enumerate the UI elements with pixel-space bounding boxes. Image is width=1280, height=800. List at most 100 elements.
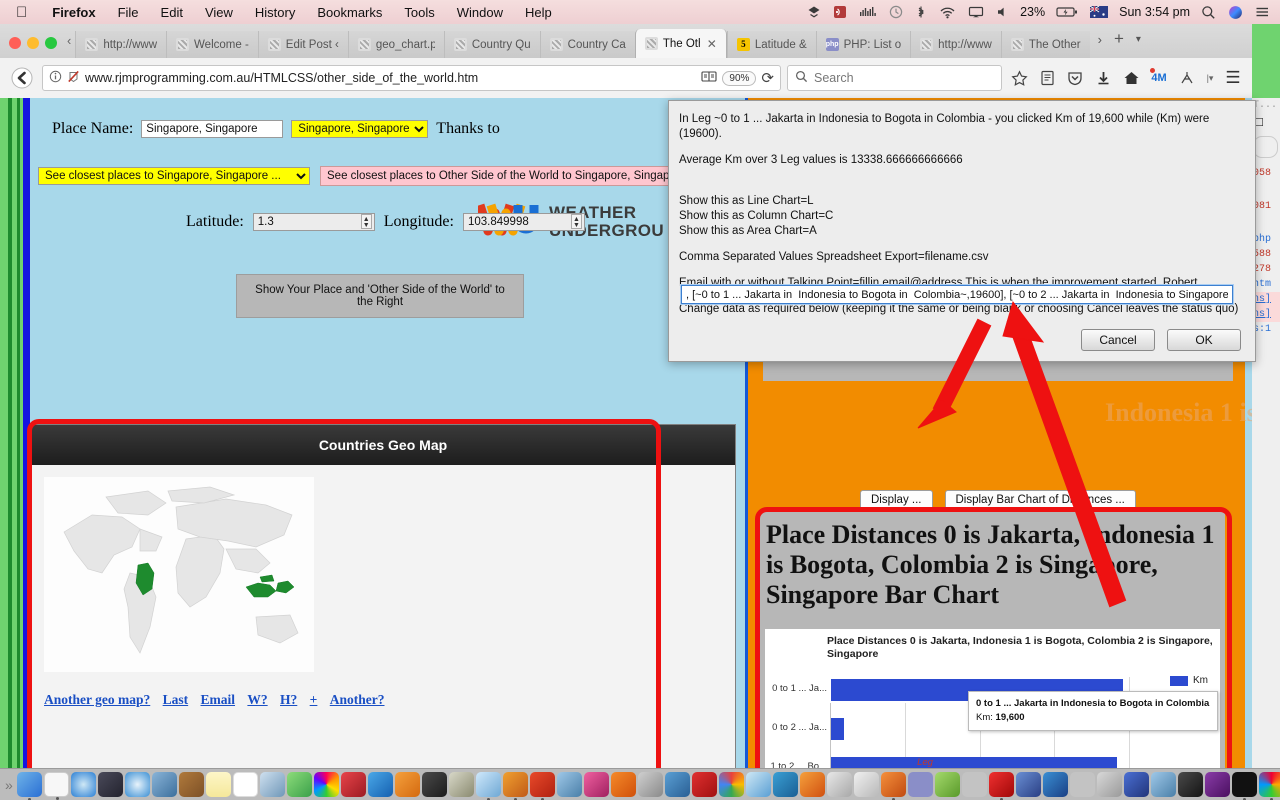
plus-link[interactable]: + xyxy=(310,692,318,707)
notification-center-icon[interactable] xyxy=(1249,5,1280,19)
dock-icon-skype[interactable] xyxy=(745,772,771,797)
dock-icon-finder[interactable] xyxy=(16,772,42,800)
chart-legend[interactable]: Km xyxy=(1170,675,1208,686)
dock-icon-textedit[interactable] xyxy=(475,772,501,800)
menu-item-view[interactable]: View xyxy=(194,5,244,20)
closest-places-select[interactable]: See closest places to Singapore, Singapo… xyxy=(38,167,310,185)
minimize-window-button[interactable] xyxy=(27,37,39,49)
airplay-icon[interactable] xyxy=(827,5,853,19)
dock-icon-appstore[interactable] xyxy=(367,772,393,797)
dock-icon-wine[interactable] xyxy=(1204,772,1230,797)
menu-item-tools[interactable]: Tools xyxy=(393,5,445,20)
dock-icon-gimp[interactable] xyxy=(448,772,474,797)
dock-icon-globe-blue[interactable] xyxy=(1042,772,1068,797)
dock-icon-opera[interactable] xyxy=(988,772,1014,800)
url-bar[interactable]: www.rjmprogramming.com.au/HTMLCSS/other_… xyxy=(42,65,781,91)
menu-item-firefox[interactable]: Firefox xyxy=(41,5,106,20)
dock-icon-wolfram[interactable] xyxy=(502,772,528,800)
ok-button[interactable]: OK xyxy=(1167,329,1241,351)
last-link[interactable]: Last xyxy=(163,692,189,707)
tab-item[interactable]: Welcome - xyxy=(166,31,258,58)
dock-icon-android-studio[interactable] xyxy=(934,772,960,797)
search-bar[interactable]: Search xyxy=(787,65,1002,91)
dock-icon-php[interactable] xyxy=(907,772,933,797)
bar-series-km-1[interactable] xyxy=(831,718,844,740)
overflow-chevron-icon[interactable]: |▾ xyxy=(1204,66,1216,90)
dock-icon-document[interactable] xyxy=(43,772,69,800)
addon-icon[interactable] xyxy=(1176,66,1198,90)
apple-logo-icon[interactable]:  xyxy=(16,5,27,20)
downloads-icon[interactable] xyxy=(1092,66,1114,90)
dock-icon-launchpad[interactable] xyxy=(97,772,123,797)
close-window-button[interactable] xyxy=(9,37,21,49)
place-name-select[interactable]: Singapore, Singapore xyxy=(291,120,429,138)
latitude-input[interactable] xyxy=(252,213,375,231)
timemachine-icon[interactable] xyxy=(883,5,909,19)
dock-icon-photos[interactable] xyxy=(313,772,339,797)
zoom-level-badge[interactable]: 90% xyxy=(722,70,757,86)
display-button[interactable]: Display ... xyxy=(860,490,933,510)
dock-icon-vlc[interactable] xyxy=(799,772,825,797)
menu-item-file[interactable]: File xyxy=(107,5,150,20)
sound-meter-icon[interactable] xyxy=(853,5,883,19)
clock[interactable]: Sun 3:54 pm xyxy=(1114,5,1195,19)
dock-icon-sketchup[interactable] xyxy=(529,772,555,800)
dock-icon-cube2[interactable] xyxy=(1015,772,1041,797)
dock-icon-unknown2[interactable] xyxy=(1069,772,1095,797)
dock-icon-avast[interactable] xyxy=(610,772,636,797)
firebug-icon[interactable]: 4M xyxy=(1148,66,1170,90)
menu-item-history[interactable]: History xyxy=(244,5,306,20)
dock-icon-cube[interactable] xyxy=(826,772,852,797)
width-link[interactable]: W? xyxy=(247,692,267,707)
dock-overflow-icon[interactable]: » xyxy=(3,777,15,793)
dock-icon-notes[interactable] xyxy=(205,772,231,797)
tab-close-icon[interactable]: ✕ xyxy=(707,37,717,51)
height-link[interactable]: H? xyxy=(280,692,297,707)
other-side-places-button[interactable]: See closest places to Other Side of the … xyxy=(320,166,706,186)
dock-icon-unknown1[interactable] xyxy=(961,772,987,797)
world-map-svg[interactable] xyxy=(44,477,314,672)
screen-mirror-icon[interactable] xyxy=(962,5,990,19)
battery-charging-icon[interactable] xyxy=(1050,5,1084,19)
tracking-protection-icon[interactable] xyxy=(67,70,80,86)
dock-icon-maps[interactable] xyxy=(286,772,312,797)
cancel-button[interactable]: Cancel xyxy=(1081,329,1155,351)
tab-item[interactable]: 5 Latitude & xyxy=(726,31,816,58)
dock-icon-firefox[interactable] xyxy=(880,772,906,800)
dock-icon-safari-blue[interactable] xyxy=(70,772,96,797)
show-place-button[interactable]: Show Your Place and 'Other Side of the W… xyxy=(236,274,524,318)
tab-item-active[interactable]: The Oth ✕ xyxy=(634,29,727,58)
dock-icon-dashboard[interactable] xyxy=(664,772,690,797)
dock-icon-calendar[interactable] xyxy=(232,772,258,797)
tab-item[interactable]: Country Qu xyxy=(443,31,540,58)
email-link[interactable]: Email xyxy=(201,692,236,707)
another-link[interactable]: Another? xyxy=(330,692,385,707)
search-icon[interactable] xyxy=(1195,5,1222,20)
dock-icon-edge[interactable] xyxy=(772,772,798,797)
longitude-stepper[interactable]: ▲▼ xyxy=(462,212,585,231)
pocket-icon[interactable] xyxy=(1064,66,1086,90)
new-tab-button[interactable]: + xyxy=(1114,29,1124,49)
menu-item-edit[interactable]: Edit xyxy=(150,5,194,20)
tab-scroll-left-button[interactable]: ‹ xyxy=(65,33,75,58)
volume-icon[interactable] xyxy=(990,5,1015,19)
dock-icon-filezilla[interactable] xyxy=(691,772,717,797)
latitude-spinner-icon[interactable]: ▲ ▼ xyxy=(360,214,372,229)
site-info-icon[interactable] xyxy=(49,70,62,86)
chart-canvas[interactable]: Place Distances 0 is Jakarta, Indonesia … xyxy=(765,629,1220,770)
dock-icon-screenshot[interactable] xyxy=(637,772,663,797)
australia-flag-icon[interactable] xyxy=(1084,6,1114,18)
bgwin-search-box[interactable] xyxy=(1253,136,1278,158)
dock-icon-colors[interactable] xyxy=(1258,772,1280,800)
tab-item[interactable]: Edit Post ‹ xyxy=(257,31,348,58)
tab-item[interactable]: http://www xyxy=(910,31,1001,58)
dock-icon-printer[interactable] xyxy=(556,772,582,797)
tab-item[interactable]: geo_chart.p xyxy=(347,31,444,58)
display-bar-chart-button[interactable]: Display Bar Chart of Distances ... xyxy=(944,490,1136,510)
dock-icon-globe-dark[interactable] xyxy=(1177,772,1203,797)
home-icon[interactable] xyxy=(1120,66,1142,90)
tab-list-icon[interactable]: ▾ xyxy=(1136,34,1141,45)
bookmark-star-icon[interactable] xyxy=(1008,66,1030,90)
reload-button[interactable]: ⟳ xyxy=(761,69,774,87)
dock-icon-printer2[interactable] xyxy=(1150,772,1176,797)
